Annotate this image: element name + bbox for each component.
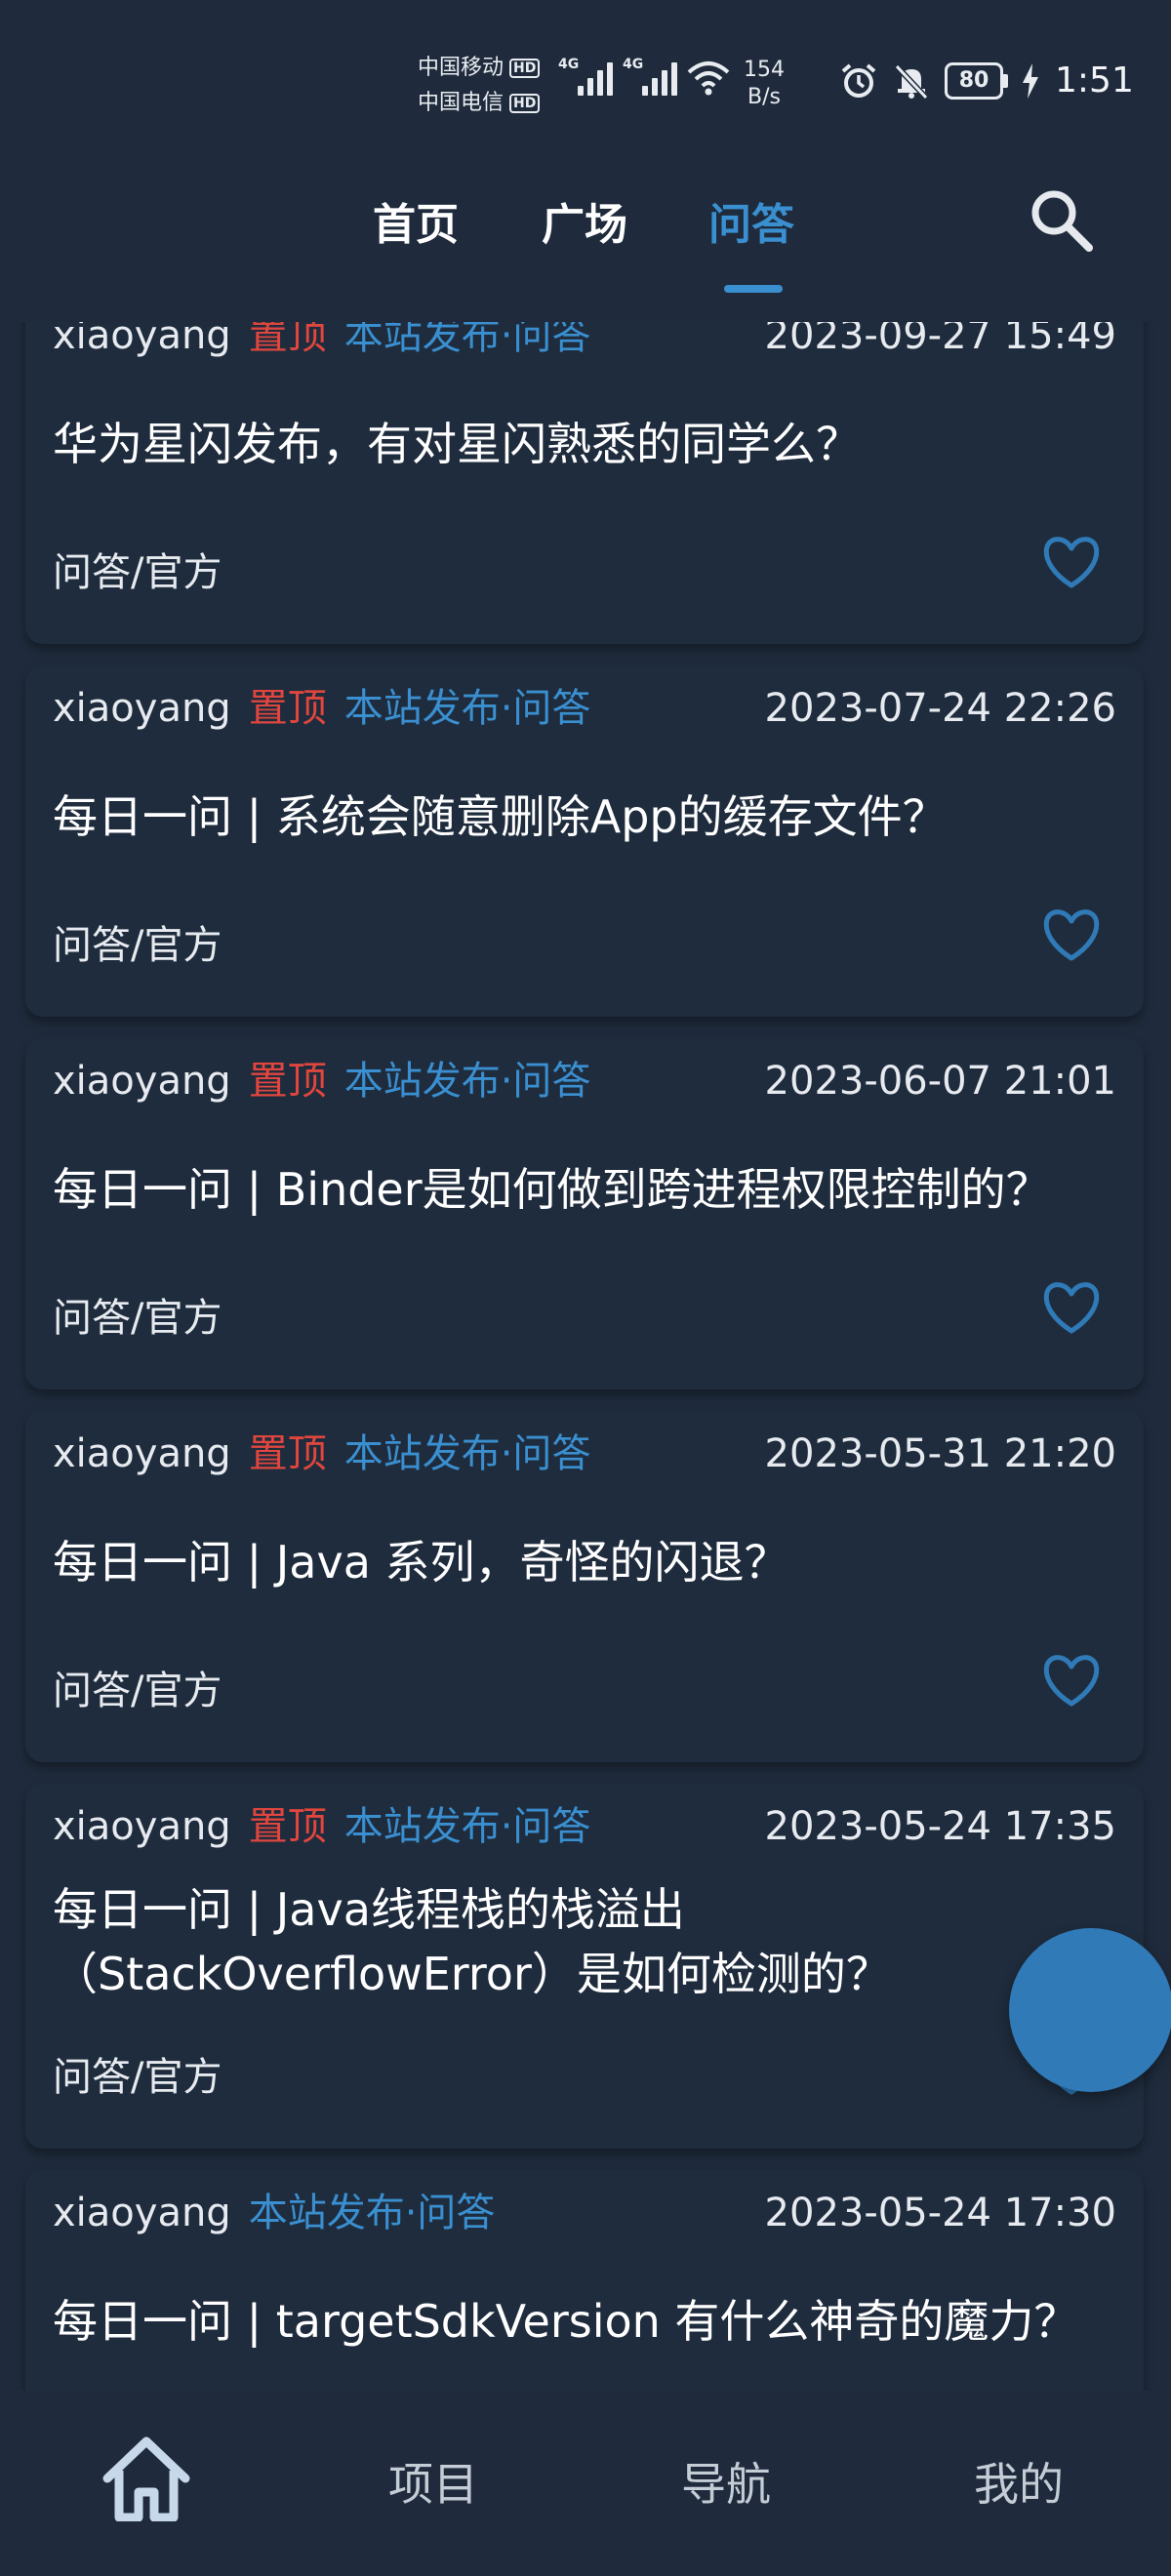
article-title[interactable]: 每日一问 | Java线程栈的栈溢出（StackOverflowError）是如… [53, 1877, 1085, 2006]
author: xiaoyang [53, 2191, 231, 2235]
article-tag[interactable]: 问答/官方 [53, 913, 222, 970]
heart-icon[interactable] [1042, 907, 1101, 962]
author: xiaoyang [53, 686, 231, 731]
pinned-badge: 置顶 [248, 1431, 327, 1476]
mute-bell-icon [894, 63, 929, 100]
pinned-badge: 置顶 [248, 1059, 327, 1104]
article-title[interactable]: 每日一问 | Java 系列，奇怪的闪退？ [53, 1530, 1085, 1594]
home-icon[interactable] [101, 2435, 191, 2521]
article-tag[interactable]: 问答/官方 [53, 1286, 222, 1343]
chapter-label[interactable]: 本站发布·问答 [344, 1804, 591, 1849]
battery-icon: 80 [945, 61, 1008, 100]
chapter-label[interactable]: 本站发布·问答 [344, 322, 591, 358]
tab-qa[interactable]: 问答 [708, 189, 794, 252]
article-title[interactable]: 每日一问 | 系统会随意删除App的缓存文件？ [53, 785, 1085, 849]
clock: 1:51 [1055, 60, 1134, 101]
publish-date: 2023-06-07 21:01 [764, 1059, 1116, 1104]
article-tag[interactable]: 问答/官方 [53, 541, 222, 597]
scroll-top-button[interactable] [1009, 1928, 1171, 2092]
tab-square[interactable]: 广场 [542, 189, 627, 252]
article-card[interactable]: xiaoyang 置顶 本站发布·问答 2023-05-31 21:20 每日一问 … [25, 1411, 1144, 1762]
signal-icon: 4G [558, 57, 613, 96]
nav-item-mine[interactable]: 我的 [974, 2449, 1064, 2514]
article-card[interactable]: xiaoyang 置顶 本站发布·问答 2023-05-24 17:35 每日一问 … [25, 1784, 1144, 2149]
article-tag[interactable]: 问答/官方 [53, 2045, 222, 2102]
signal-icon: 4G [623, 57, 677, 96]
charging-icon [1023, 62, 1038, 99]
article-card[interactable]: xiaoyang 置顶 本站发布·问答 2023-07-24 22:26 每日一问 … [25, 665, 1144, 1017]
tab-home[interactable]: 首页 [373, 189, 459, 252]
author: xiaoyang [53, 322, 231, 358]
article-list: xiaoyang 置顶 本站发布·问答 2023-09-27 15:49 华为星闪发… [0, 322, 1171, 2391]
publish-date: 2023-07-24 22:26 [764, 686, 1116, 731]
carrier-2: 中国电信 [418, 91, 505, 115]
publish-date: 2023-05-31 21:20 [764, 1431, 1116, 1476]
article-card[interactable]: xiaoyang 置顶 本站发布·问答 2023-09-27 15:49 华为星闪发… [25, 322, 1144, 644]
bottom-nav: 项目 导航 我的 [0, 2391, 1171, 2576]
wifi-icon [687, 61, 730, 96]
article-title[interactable]: 每日一问 | targetSdkVersion 有什么神奇的魔力？ [53, 2289, 1085, 2354]
carrier-info: 中国移动 HD 中国电信 HD [418, 51, 541, 121]
nav-item-projects[interactable]: 项目 [388, 2449, 478, 2514]
search-icon[interactable] [1027, 185, 1095, 254]
publish-date: 2023-05-24 17:30 [764, 2191, 1116, 2235]
heart-icon[interactable] [1042, 1653, 1101, 1708]
top-tab-bar: 首页 广场 问答 [0, 176, 1171, 293]
heart-icon[interactable] [1042, 1280, 1101, 1335]
publish-date: 2023-09-27 15:49 [764, 322, 1116, 358]
hd-badge: HD [509, 94, 541, 113]
pinned-badge: 置顶 [248, 686, 327, 731]
chapter-label[interactable]: 本站发布·问答 [249, 2191, 496, 2235]
publish-date: 2023-05-24 17:35 [764, 1804, 1116, 1849]
author: xiaoyang [53, 1059, 231, 1104]
alarm-icon [841, 62, 876, 98]
article-card[interactable]: xiaoyang 本站发布·问答 2023-05-24 17:30 每日一问 | … [25, 2170, 1144, 2391]
status-bar: 中国移动 HD 中国电信 HD 4G 4G 154 B/s 80 1:51 [0, 0, 1171, 146]
article-tag[interactable]: 问答/官方 [53, 1659, 222, 1715]
chapter-label[interactable]: 本站发布·问答 [344, 1431, 591, 1476]
chapter-label[interactable]: 本站发布·问答 [344, 686, 591, 731]
author: xiaoyang [53, 1431, 231, 1476]
article-card[interactable]: xiaoyang 置顶 本站发布·问答 2023-06-07 21:01 每日一问 … [25, 1038, 1144, 1389]
pinned-badge: 置顶 [248, 322, 327, 358]
hd-badge: HD [509, 59, 541, 78]
article-title[interactable]: 每日一问 | Binder是如何做到跨进程权限控制的？ [53, 1157, 1085, 1222]
chapter-label[interactable]: 本站发布·问答 [344, 1059, 591, 1104]
nav-item-navigation[interactable]: 导航 [681, 2449, 771, 2514]
signal-icons: 4G 4G [558, 57, 730, 96]
carrier-1: 中国移动 [418, 56, 505, 80]
heart-icon[interactable] [1042, 535, 1101, 589]
tab-indicator [724, 285, 783, 293]
pinned-badge: 置顶 [248, 1804, 327, 1849]
article-title[interactable]: 华为星闪发布，有对星闪熟悉的同学么？ [53, 412, 1085, 476]
author: xiaoyang [53, 1804, 231, 1849]
network-speed: 154 B/s [744, 58, 785, 109]
